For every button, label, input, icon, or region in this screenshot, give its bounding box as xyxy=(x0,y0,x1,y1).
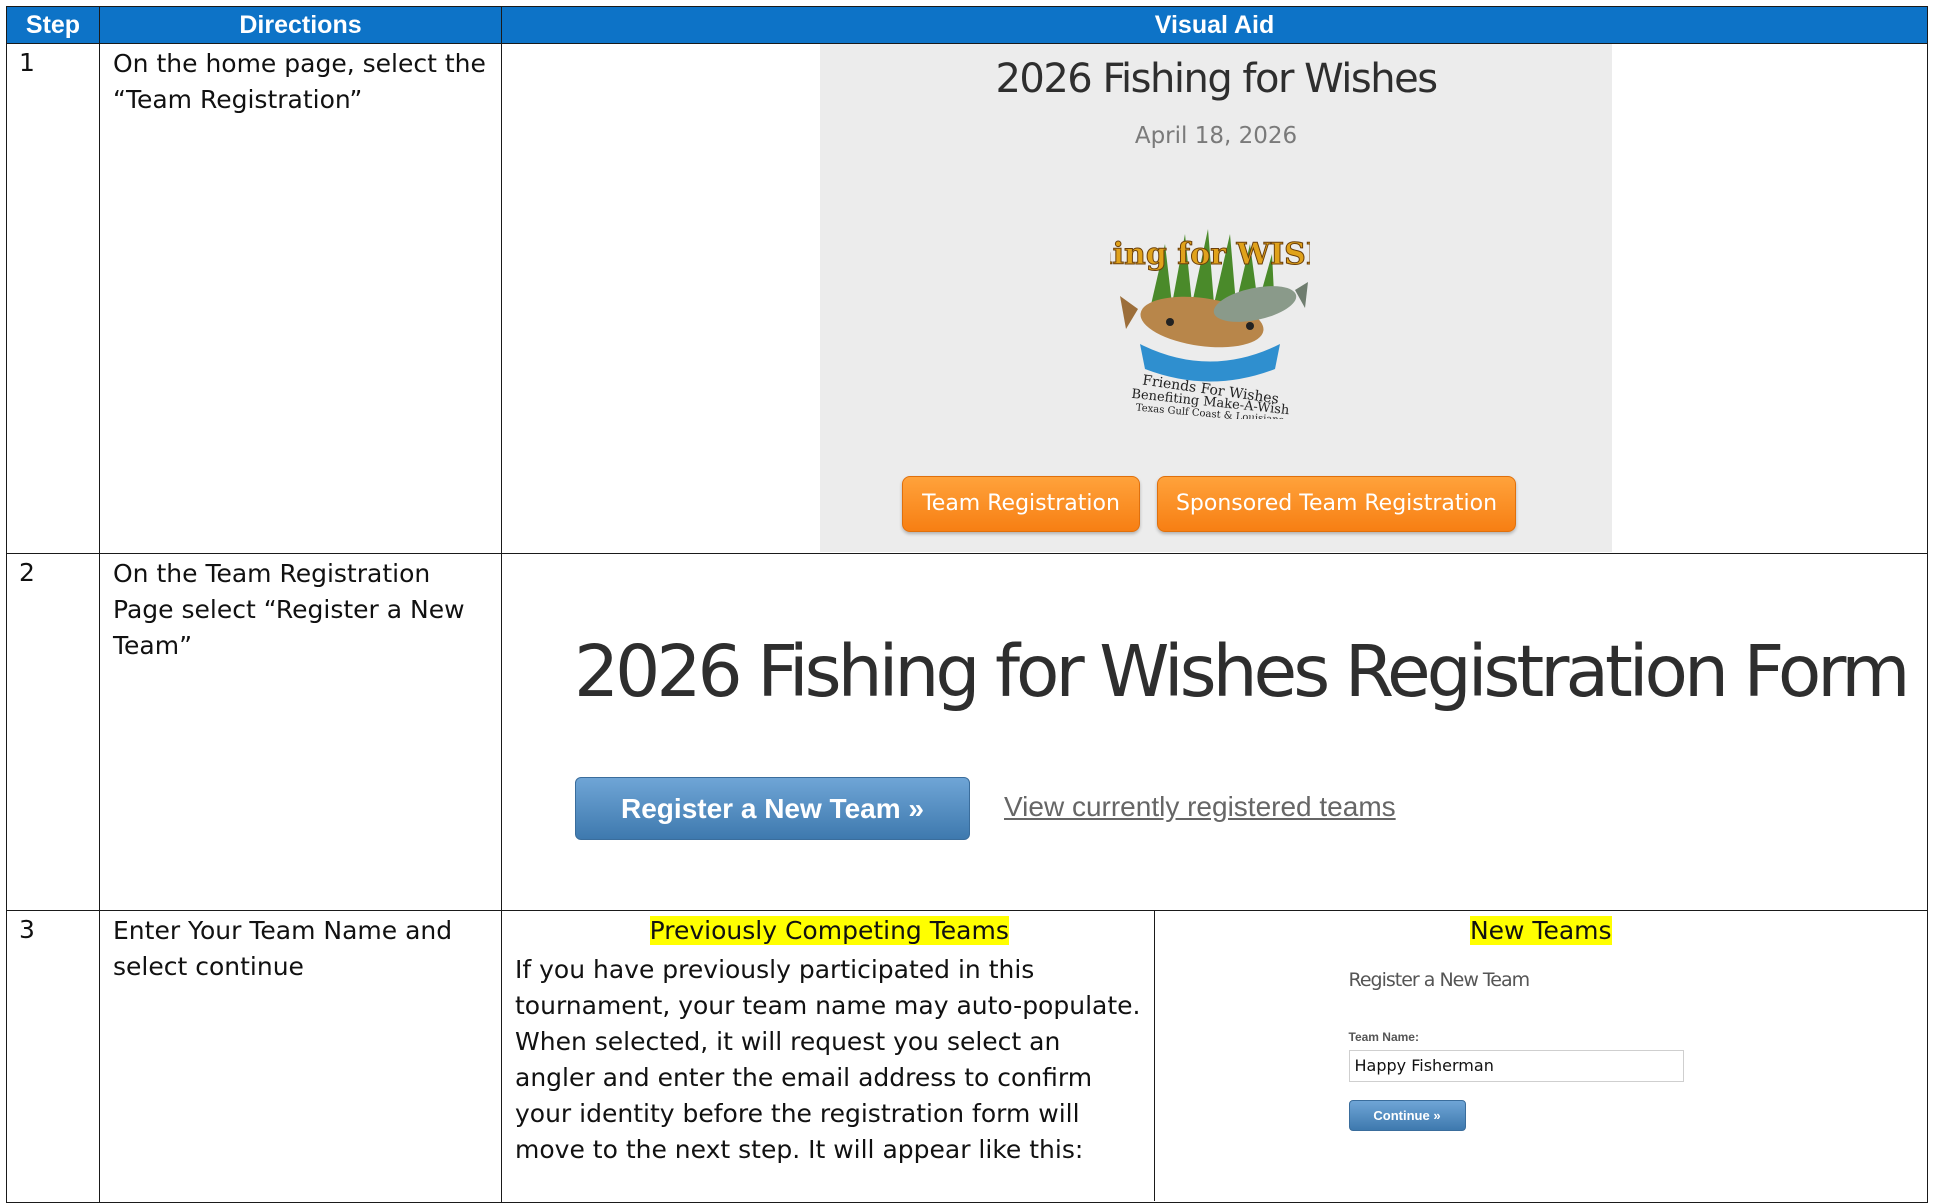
home-page-screenshot: 2026 Fishing for Wishes April 18, 2026 i… xyxy=(820,44,1612,552)
register-new-team-button[interactable]: Register a New Team » xyxy=(575,777,970,840)
new-teams-section: New Teams Register a New Team Team Name:… xyxy=(1154,911,1927,1201)
team-registration-button[interactable]: Team Registration xyxy=(902,476,1140,532)
previously-competing-text: If you have previously participated in t… xyxy=(515,955,1141,1164)
steps-table: Step Directions Visual Aid 1 On the home… xyxy=(6,6,1928,1203)
table-header-row: Step Directions Visual Aid xyxy=(6,6,1928,44)
step-directions: On the home page, select the “Team Regis… xyxy=(99,43,502,554)
header-visual-aid: Visual Aid xyxy=(501,6,1928,44)
instruction-page: Step Directions Visual Aid 1 On the home… xyxy=(0,0,1933,1203)
table-row: 3 Enter Your Team Name and select contin… xyxy=(6,910,1928,1203)
sponsored-team-registration-button[interactable]: Sponsored Team Registration xyxy=(1157,476,1516,532)
table-row: 2 On the Team Registration Page select “… xyxy=(6,553,1928,911)
previously-competing-section: Previously Competing Teams If you have p… xyxy=(502,911,1155,1201)
visual-aid-split: Previously Competing Teams If you have p… xyxy=(502,911,1927,1201)
step-number: 3 xyxy=(6,910,100,1203)
visual-aid-cell: 2026 Fishing for Wishes Registration For… xyxy=(501,553,1928,911)
step-directions: Enter Your Team Name and select continue xyxy=(99,910,502,1203)
header-step: Step xyxy=(6,6,100,44)
new-teams-heading: New Teams xyxy=(1469,916,1612,945)
header-directions: Directions xyxy=(99,6,502,44)
step-number: 1 xyxy=(6,43,100,554)
register-new-team-heading: Register a New Team xyxy=(1348,969,1531,991)
event-date: April 18, 2026 xyxy=(1134,123,1298,149)
team-name-label: Team Name: xyxy=(1348,1030,1419,1044)
registration-form-title: 2026 Fishing for Wishes Registration For… xyxy=(574,630,1910,713)
view-registered-teams-link[interactable]: View currently registered teams xyxy=(1004,791,1396,823)
previously-competing-heading: Previously Competing Teams xyxy=(649,916,1009,945)
table-row: 1 On the home page, select the “Team Reg… xyxy=(6,43,1928,554)
fishing-for-wishes-logo: Fishing for WISHES Friends For Wishes Be… xyxy=(1110,229,1310,419)
step-number: 2 xyxy=(6,553,100,911)
logo-title: Fishing for WISHES xyxy=(1110,237,1310,272)
event-title: 2026 Fishing for Wishes xyxy=(995,56,1438,102)
step-directions: On the Team Registration Page select “Re… xyxy=(99,553,502,911)
visual-aid-cell: 2026 Fishing for Wishes April 18, 2026 i… xyxy=(501,43,1928,554)
team-name-value: Happy Fisherman xyxy=(1354,1056,1494,1075)
continue-button[interactable]: Continue » xyxy=(1348,1100,1466,1131)
team-name-input[interactable]: Happy Fisherman xyxy=(1348,1050,1684,1082)
visual-aid-cell: Previously Competing Teams If you have p… xyxy=(501,910,1928,1203)
